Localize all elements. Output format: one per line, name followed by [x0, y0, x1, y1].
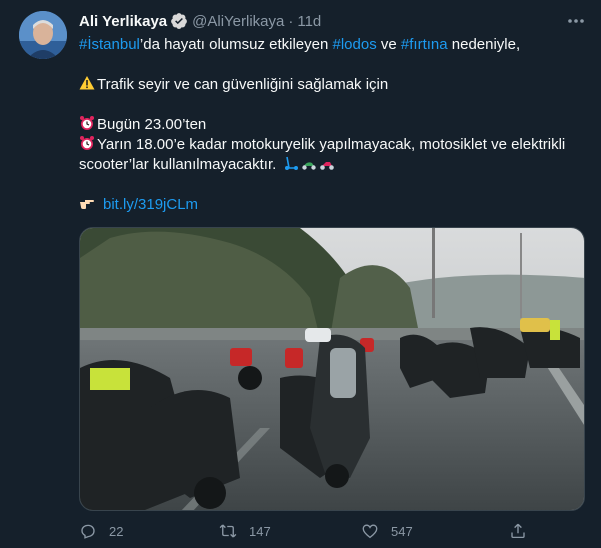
- tweet-text-segment: Bugün 23.00’ten: [97, 116, 207, 133]
- tweet-text-segment: ’da hayatı olumsuz etkileyen: [139, 36, 333, 53]
- photo-motorcycles-in-rain: [80, 228, 584, 510]
- motor-scooter-icon: [302, 162, 317, 170]
- tweet-text-segment: Yarın 18.00’e kadar motokuryelik yapılma…: [97, 136, 566, 153]
- author-name[interactable]: Ali Yerlikaya: [79, 13, 167, 30]
- retweet-button[interactable]: 147: [219, 522, 271, 540]
- tweet-line-3: Bugün 23.00’ten: [79, 115, 206, 135]
- retweet-count: 147: [249, 523, 271, 539]
- warning-icon: [79, 76, 95, 90]
- reply-count: 22: [109, 523, 124, 539]
- like-icon: [362, 524, 378, 539]
- alarm-clock-icon: [80, 136, 94, 150]
- tweet-header: Ali Yerlikaya @AliYerlikaya · 11d: [79, 11, 321, 31]
- hashtag-lodos[interactable]: #lodos: [333, 36, 377, 53]
- alarm-clock-icon: [80, 116, 94, 130]
- tweet-actions: 22 147 547: [79, 522, 559, 544]
- tweet-text-segment: ve: [376, 36, 401, 53]
- tweet-text-segment: nedeniyle,: [447, 36, 521, 53]
- like-button[interactable]: 547: [361, 522, 413, 540]
- share-button[interactable]: [509, 522, 539, 540]
- retweet-icon: [219, 524, 237, 538]
- tweet-line-6: bit.ly/319jCLm: [79, 195, 198, 215]
- hashtag-istanbul[interactable]: #İstanbul: [79, 36, 140, 53]
- pointing-hand-icon: [80, 200, 94, 209]
- kick-scooter-icon: [285, 156, 299, 170]
- like-count: 547: [391, 523, 413, 539]
- tweet-text-segment: Trafik seyir ve can güvenliğini sağlamak…: [97, 76, 389, 93]
- reply-button[interactable]: 22: [79, 522, 123, 540]
- header-separator: ·: [288, 12, 294, 30]
- tweet-text-segment: scooter’lar kullanılmayacaktır.: [79, 156, 277, 173]
- author-handle[interactable]: @AliYerlikaya: [192, 13, 284, 30]
- avatar[interactable]: [19, 11, 67, 59]
- tweet-time[interactable]: 11d: [297, 13, 321, 30]
- tweet-link[interactable]: bit.ly/319jCLm: [103, 196, 198, 213]
- hashtag-firtina[interactable]: #fırtına: [401, 36, 448, 53]
- more-icon[interactable]: [565, 12, 587, 30]
- tweet-line-1: #İstanbul’da hayatı olumsuz etkileyen #l…: [79, 35, 520, 55]
- motorcycle-icon: [320, 162, 335, 170]
- avatar-photo: [19, 11, 67, 59]
- tweet-photo[interactable]: [79, 227, 585, 511]
- tweet[interactable]: Ali Yerlikaya @AliYerlikaya · 11d #İstan…: [0, 0, 601, 548]
- tweet-line-5: scooter’lar kullanılmayacaktır.: [79, 155, 337, 175]
- verified-badge-icon: [171, 13, 187, 29]
- reply-icon: [81, 524, 95, 539]
- tweet-line-2: Trafik seyir ve can güvenliğini sağlamak…: [79, 75, 388, 95]
- share-icon: [511, 523, 525, 539]
- more-dots: [568, 19, 584, 23]
- tweet-line-4: Yarın 18.00’e kadar motokuryelik yapılma…: [79, 135, 565, 155]
